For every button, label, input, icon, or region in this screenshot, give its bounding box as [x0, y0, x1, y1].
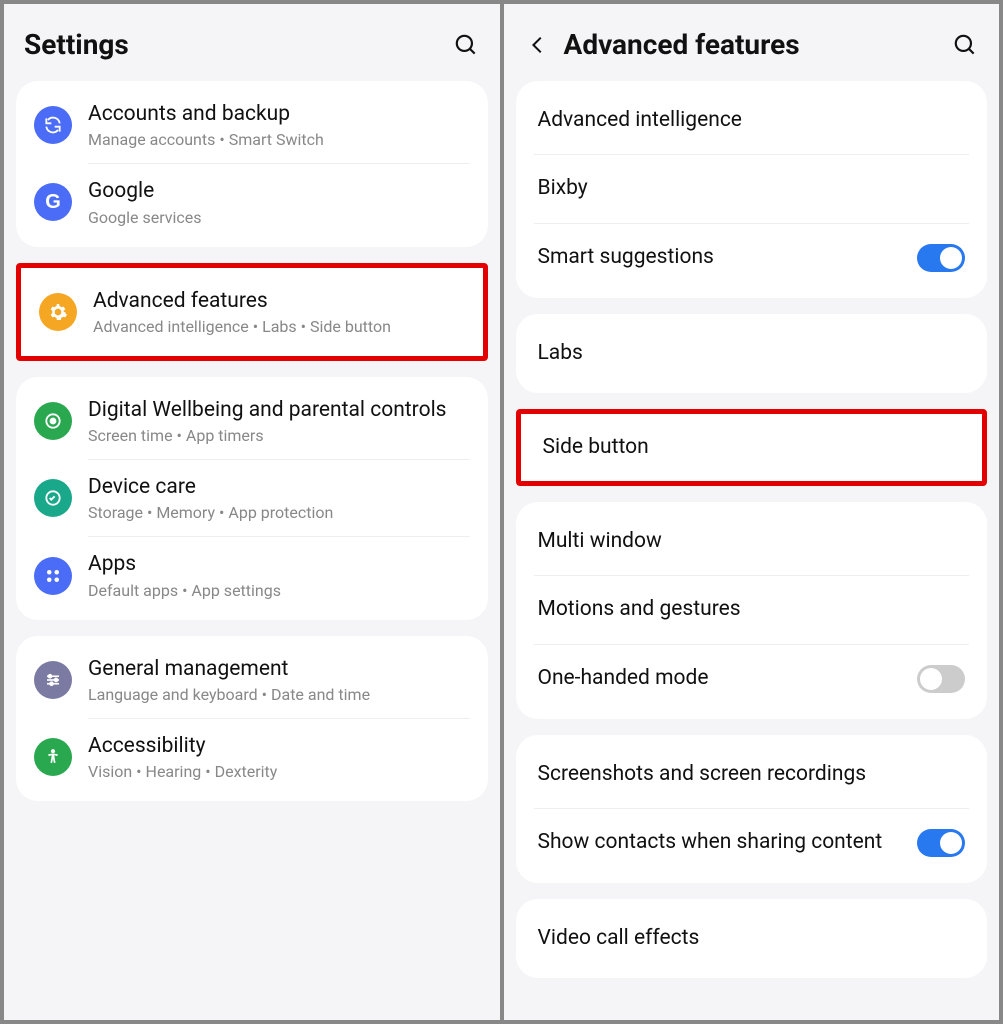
feature-item-screenshots[interactable]: Screenshots and screen recordings [516, 741, 988, 808]
feature-title: Side button [543, 434, 961, 461]
settings-item-sub: Google services [88, 208, 470, 227]
search-icon[interactable] [452, 31, 480, 59]
settings-item-title: General management [88, 656, 470, 683]
apps-icon [34, 557, 72, 595]
feature-title: Bixby [538, 175, 966, 202]
settings-item-title: Accounts and backup [88, 101, 470, 128]
settings-content[interactable]: Accounts and backup Manage accounts • Sm… [4, 81, 500, 1020]
settings-panel: Settings Accounts and backup Manage acco… [4, 4, 500, 1020]
settings-item-general-management[interactable]: General management Language and keyboard… [16, 642, 488, 718]
settings-item-sub: Screen time • App timers [88, 426, 470, 445]
settings-item-text: Accounts and backup Manage accounts • Sm… [88, 101, 470, 149]
accessibility-icon [34, 738, 72, 776]
settings-item-advanced-features[interactable]: Advanced features Advanced intelligence … [21, 274, 483, 350]
show-contacts-toggle[interactable] [917, 829, 965, 857]
settings-group: Digital Wellbeing and parental controls … [16, 377, 488, 620]
smart-suggestions-toggle[interactable] [917, 244, 965, 272]
settings-item-device-care[interactable]: Device care Storage • Memory • App prote… [16, 460, 488, 536]
feature-group: Multi window Motions and gestures One-ha… [516, 502, 988, 719]
feature-item-advanced-intelligence[interactable]: Advanced intelligence [516, 87, 988, 154]
settings-item-sub: Advanced intelligence • Labs • Side butt… [93, 317, 465, 336]
feature-title: One-handed mode [538, 665, 906, 692]
feature-group-highlighted: Side button [516, 409, 988, 486]
feature-group: Video call effects [516, 899, 988, 978]
settings-item-accessibility[interactable]: Accessibility Vision • Hearing • Dexteri… [16, 719, 488, 795]
settings-group: General management Language and keyboard… [16, 636, 488, 802]
feature-title: Smart suggestions [538, 244, 906, 271]
wellbeing-icon [34, 402, 72, 440]
settings-item-title: Digital Wellbeing and parental controls [88, 397, 470, 424]
feature-item-smart-suggestions[interactable]: Smart suggestions [516, 224, 988, 292]
one-handed-mode-toggle[interactable] [917, 665, 965, 693]
sliders-icon [34, 661, 72, 699]
settings-group-highlighted: Advanced features Advanced intelligence … [16, 263, 488, 361]
feature-title: Labs [538, 340, 966, 367]
settings-item-apps[interactable]: Apps Default apps • App settings [16, 537, 488, 613]
settings-item-title: Device care [88, 474, 470, 501]
settings-item-sub: Storage • Memory • App protection [88, 503, 470, 522]
page-title: Advanced features [564, 28, 940, 61]
settings-header: Settings [4, 4, 500, 81]
feature-title: Multi window [538, 528, 966, 555]
page-title: Settings [24, 28, 440, 61]
feature-title: Show contacts when sharing content [538, 829, 906, 856]
settings-item-text: Apps Default apps • App settings [88, 551, 470, 599]
settings-item-title: Accessibility [88, 733, 470, 760]
advanced-features-panel: Advanced features Advanced intelligence … [504, 4, 1000, 1020]
settings-item-text: General management Language and keyboard… [88, 656, 470, 704]
settings-item-title: Apps [88, 551, 470, 578]
feature-group: Advanced intelligence Bixby Smart sugges… [516, 81, 988, 298]
feature-group: Screenshots and screen recordings Show c… [516, 735, 988, 883]
search-icon[interactable] [951, 31, 979, 59]
settings-item-text: Advanced features Advanced intelligence … [93, 288, 465, 336]
settings-item-sub: Default apps • App settings [88, 581, 470, 600]
feature-item-motions-gestures[interactable]: Motions and gestures [516, 576, 988, 643]
feature-title: Advanced intelligence [538, 107, 966, 134]
feature-title: Video call effects [538, 925, 966, 952]
settings-item-text: Digital Wellbeing and parental controls … [88, 397, 470, 445]
feature-item-labs[interactable]: Labs [516, 320, 988, 387]
feature-group: Labs [516, 314, 988, 393]
device-care-icon [34, 479, 72, 517]
feature-item-video-call-effects[interactable]: Video call effects [516, 905, 988, 972]
feature-title: Motions and gestures [538, 596, 966, 623]
settings-group: Accounts and backup Manage accounts • Sm… [16, 81, 488, 247]
feature-item-multi-window[interactable]: Multi window [516, 508, 988, 575]
settings-item-title: Advanced features [93, 288, 465, 315]
gear-icon [39, 293, 77, 331]
feature-item-side-button[interactable]: Side button [521, 414, 983, 481]
settings-item-sub: Manage accounts • Smart Switch [88, 130, 470, 149]
feature-item-bixby[interactable]: Bixby [516, 155, 988, 222]
settings-item-sub: Language and keyboard • Date and time [88, 685, 470, 704]
settings-item-digital-wellbeing[interactable]: Digital Wellbeing and parental controls … [16, 383, 488, 459]
settings-item-text: Google Google services [88, 178, 470, 226]
settings-item-accounts-backup[interactable]: Accounts and backup Manage accounts • Sm… [16, 87, 488, 163]
settings-item-google[interactable]: G Google Google services [16, 164, 488, 240]
sync-icon [34, 106, 72, 144]
settings-item-sub: Vision • Hearing • Dexterity [88, 762, 470, 781]
google-icon: G [34, 183, 72, 221]
feature-title: Screenshots and screen recordings [538, 761, 966, 788]
advanced-content[interactable]: Advanced intelligence Bixby Smart sugges… [504, 81, 1000, 1020]
back-icon[interactable] [524, 31, 552, 59]
settings-item-text: Device care Storage • Memory • App prote… [88, 474, 470, 522]
feature-item-show-contacts-sharing[interactable]: Show contacts when sharing content [516, 809, 988, 877]
feature-item-one-handed-mode[interactable]: One-handed mode [516, 645, 988, 713]
advanced-header: Advanced features [504, 4, 1000, 81]
settings-item-text: Accessibility Vision • Hearing • Dexteri… [88, 733, 470, 781]
settings-item-title: Google [88, 178, 470, 205]
